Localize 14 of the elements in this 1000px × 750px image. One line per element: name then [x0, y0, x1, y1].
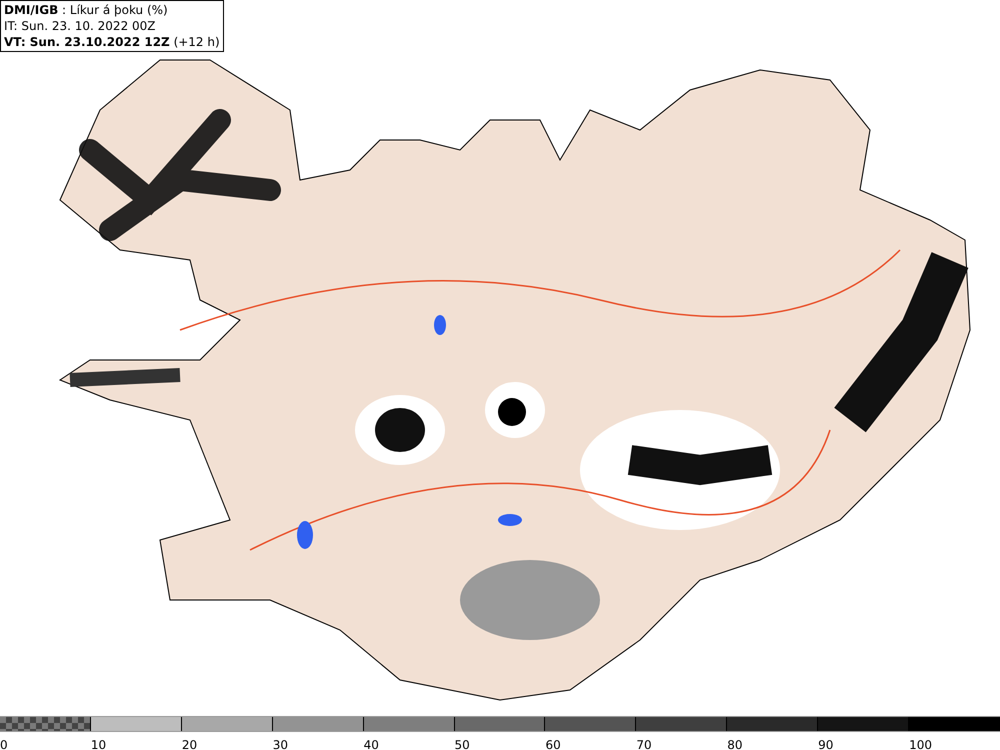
map-info-text: IT: Sun. 23. 10. 2022 00Z: [4, 18, 157, 34]
legend-label: 60: [545, 738, 561, 750]
map-info-text: DMI/IGB : Líkur á þoku (%): [4, 2, 169, 18]
legend-label: 0: [0, 738, 8, 750]
legend-label: 70: [636, 738, 652, 750]
legend-label: 30: [272, 738, 288, 750]
legend-label: 40: [364, 738, 379, 750]
legend-label: 100: [909, 738, 932, 750]
legend-label: 20: [182, 738, 198, 750]
map-info-text: VT: Sun. 23.10.2022 12Z (+12 h): [4, 34, 220, 50]
legend-label: 50: [454, 738, 470, 750]
legend-label: 90: [818, 738, 834, 750]
legend-label: 10: [90, 738, 106, 750]
legend-label: 80: [727, 738, 743, 750]
